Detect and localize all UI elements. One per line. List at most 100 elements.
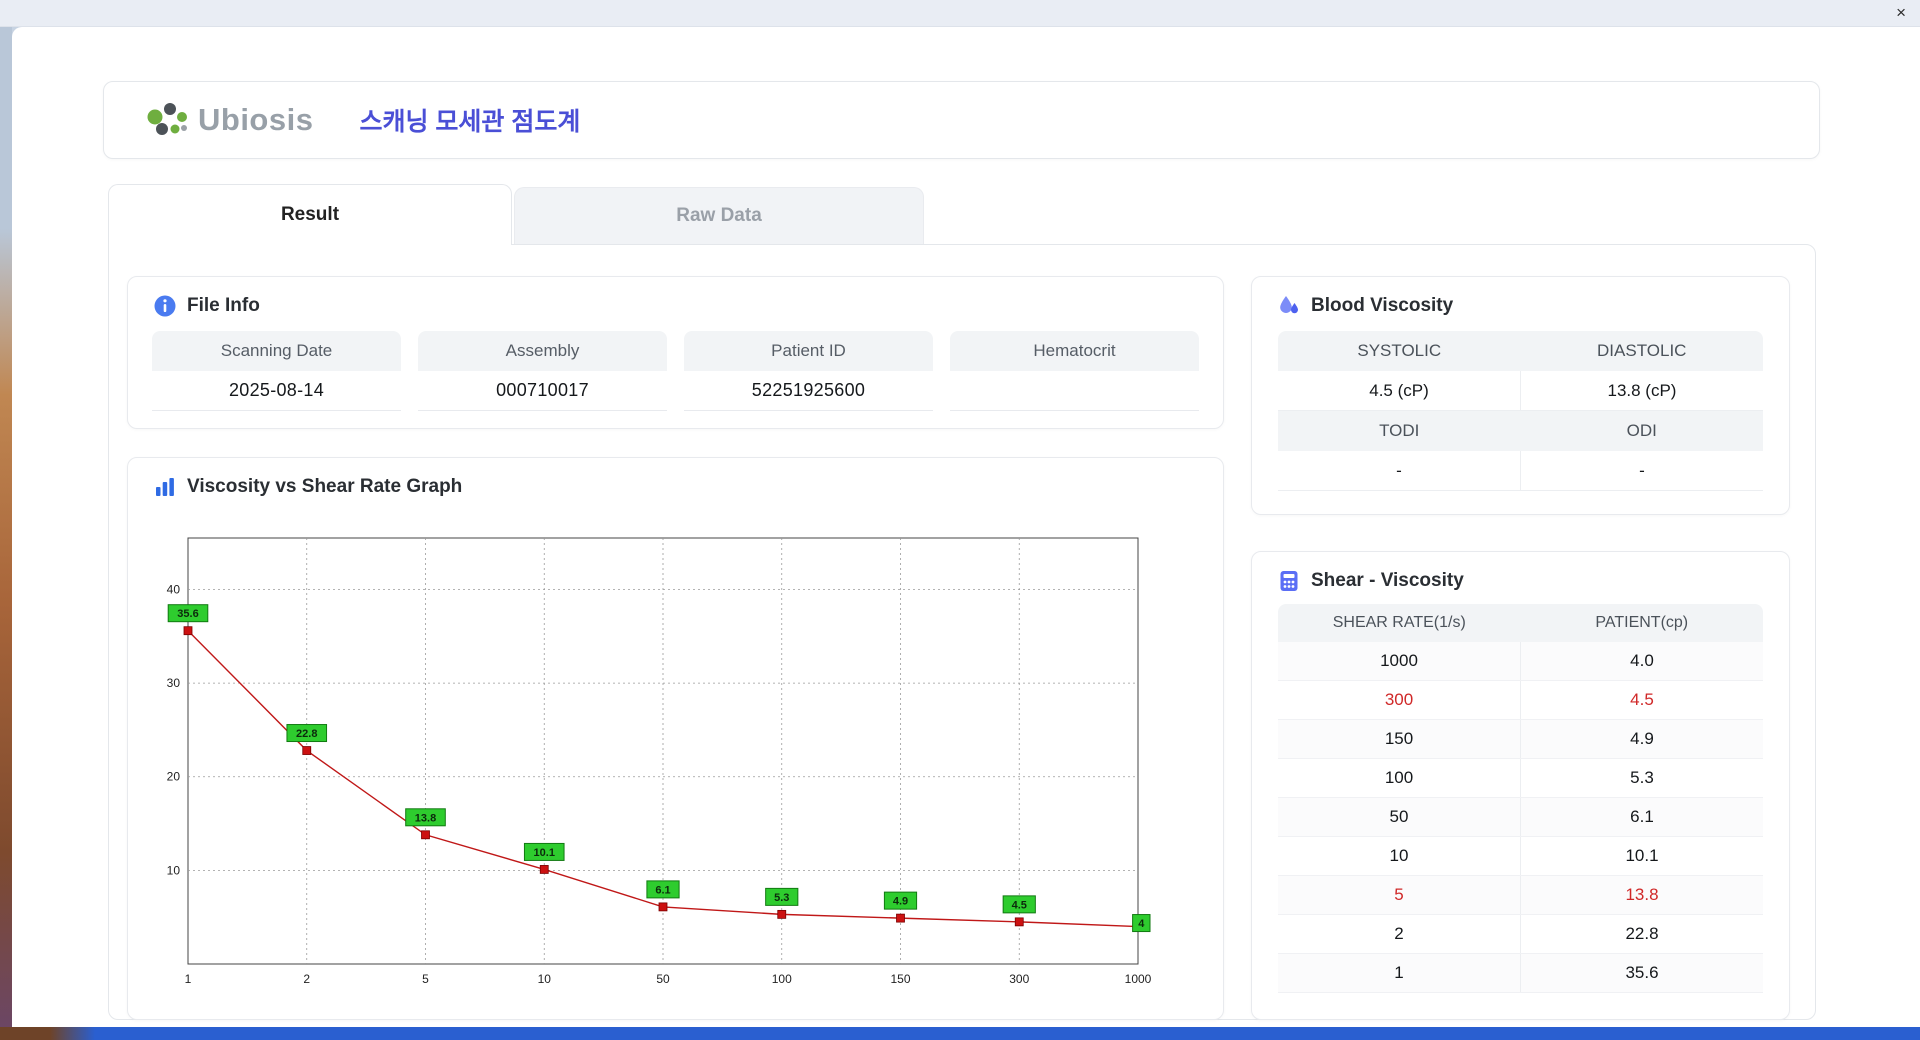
patient-viscosity-cell: 6.1 bbox=[1520, 798, 1763, 836]
field-value bbox=[950, 371, 1199, 411]
patient-viscosity-cell: 4.0 bbox=[1520, 642, 1763, 680]
bv-header-row: TODI ODI bbox=[1278, 411, 1763, 451]
shear-rate-cell: 150 bbox=[1384, 729, 1414, 748]
droplets-icon bbox=[1280, 296, 1298, 314]
svg-text:10: 10 bbox=[538, 972, 552, 986]
svg-text:2: 2 bbox=[303, 972, 310, 986]
calculator-icon bbox=[1280, 571, 1298, 591]
svg-text:300: 300 bbox=[1009, 972, 1029, 986]
patient-viscosity-cell: 5.3 bbox=[1520, 759, 1763, 797]
file-info-section: File Info Scanning Date 2025-08-14 Assembl… bbox=[127, 276, 1224, 429]
svg-text:150: 150 bbox=[890, 972, 910, 986]
svg-text:1: 1 bbox=[185, 972, 192, 986]
taskbar bbox=[0, 1027, 1920, 1040]
bv-systolic-value: 4.5 (cP) bbox=[1278, 371, 1520, 411]
blood-viscosity-title-row: Blood Viscosity bbox=[1252, 277, 1789, 317]
shear-table-row: 2 22.8 bbox=[1278, 915, 1763, 954]
graph-title-row: Viscosity vs Shear Rate Graph bbox=[128, 458, 1223, 498]
blood-viscosity-title: Blood Viscosity bbox=[1311, 295, 1454, 316]
svg-text:4.5: 4.5 bbox=[1012, 899, 1027, 911]
bar-chart-icon bbox=[156, 478, 174, 496]
shear-rate-cell: 1 bbox=[1394, 963, 1404, 982]
field-value: 2025-08-14 bbox=[152, 371, 401, 411]
patient-viscosity-cell: 10.1 bbox=[1520, 837, 1763, 875]
svg-text:6.1: 6.1 bbox=[655, 884, 670, 896]
viscosity-shear-chart: 10 20 30 40 1 2 5 10 50 100 150 300 1000 35.6 22.8 13.8… bbox=[167, 537, 1152, 986]
shear-table-row: 300 4.5 bbox=[1278, 681, 1763, 720]
blood-viscosity-table: SYSTOLIC DIASTOLIC 4.5 (cP) 13.8 (cP) TO… bbox=[1278, 331, 1763, 491]
svg-text:5.3: 5.3 bbox=[774, 892, 789, 904]
file-info-fields: Scanning Date 2025-08-14 Assembly 000710017… bbox=[128, 317, 1223, 411]
bv-header-diastolic: DIASTOLIC bbox=[1520, 331, 1763, 371]
file-info-field: Assembly 000710017 bbox=[418, 331, 667, 411]
bv-todi-value: - bbox=[1278, 451, 1520, 491]
shear-viscosity-section: Shear - Viscosity SHEAR RATE(1/s) PATIEN… bbox=[1251, 551, 1790, 1020]
bv-header-systolic: SYSTOLIC bbox=[1278, 331, 1521, 371]
svg-text:4: 4 bbox=[1138, 918, 1145, 930]
shear-table-header-row: SHEAR RATE(1/s) PATIENT(cp) bbox=[1278, 604, 1763, 642]
svg-text:10: 10 bbox=[167, 863, 181, 877]
shear-table-row: 50 6.1 bbox=[1278, 798, 1763, 837]
app-header: Ubiosis 스캐닝 모세관 점도계 bbox=[103, 81, 1820, 159]
tab-result[interactable]: Result bbox=[108, 184, 512, 245]
shear-table-row: 150 4.9 bbox=[1278, 720, 1763, 759]
shear-table-row: 1000 4.0 bbox=[1278, 642, 1763, 681]
shear-rate-column-header: SHEAR RATE(1/s) bbox=[1332, 614, 1466, 631]
shear-table-body: 1000 4.0 300 4.5 150 4.9 100 5.3 50 6.1 10 10.1 5 13.… bbox=[1278, 642, 1763, 993]
svg-text:35.6: 35.6 bbox=[177, 608, 198, 620]
shear-table-row: 1 35.6 bbox=[1278, 954, 1763, 993]
patient-viscosity-cell: 4.9 bbox=[1520, 720, 1763, 758]
shear-rate-cell: 10 bbox=[1389, 846, 1409, 865]
shear-viscosity-table: SHEAR RATE(1/s) PATIENT(cp) 1000 4.0 300 4.… bbox=[1278, 604, 1763, 993]
shear-table-row: 100 5.3 bbox=[1278, 759, 1763, 798]
field-label: Patient ID bbox=[684, 331, 933, 371]
bv-value-row: 4.5 (cP) 13.8 (cP) bbox=[1278, 371, 1763, 411]
file-info-title-row: File Info bbox=[128, 277, 1223, 317]
svg-text:50: 50 bbox=[656, 972, 670, 986]
ubiosis-logo: Ubiosis bbox=[146, 101, 313, 139]
svg-text:30: 30 bbox=[167, 676, 181, 690]
shear-table-row: 5 13.8 bbox=[1278, 876, 1763, 915]
svg-text:10.1: 10.1 bbox=[534, 847, 555, 859]
field-value: 52251925600 bbox=[684, 371, 933, 411]
window-titlebar: × bbox=[0, 0, 1920, 27]
logo-dots-icon bbox=[147, 103, 187, 135]
bv-header-odi: ODI bbox=[1520, 411, 1763, 451]
file-info-title: File Info bbox=[187, 295, 260, 316]
patient-viscosity-cell: 4.5 bbox=[1520, 681, 1763, 719]
logo-text: Ubiosis bbox=[198, 102, 314, 137]
svg-text:20: 20 bbox=[167, 770, 181, 784]
close-icon[interactable]: × bbox=[1896, 4, 1906, 21]
bv-header-row: SYSTOLIC DIASTOLIC bbox=[1278, 331, 1763, 371]
shear-rate-cell: 50 bbox=[1389, 807, 1409, 826]
field-label: Assembly bbox=[418, 331, 667, 371]
bv-odi-value: - bbox=[1520, 451, 1763, 491]
desktop-wallpaper-edge bbox=[0, 0, 12, 1040]
svg-text:40: 40 bbox=[167, 582, 181, 596]
blood-viscosity-section: Blood Viscosity SYSTOLIC DIASTOLIC 4.5 (… bbox=[1251, 276, 1790, 515]
bv-diastolic-value: 13.8 (cP) bbox=[1520, 371, 1763, 411]
info-icon bbox=[154, 295, 176, 317]
svg-text:5: 5 bbox=[422, 972, 429, 986]
graph-title: Viscosity vs Shear Rate Graph bbox=[187, 476, 463, 497]
shear-rate-cell: 300 bbox=[1384, 690, 1414, 709]
file-info-field: Hematocrit bbox=[950, 331, 1199, 411]
shear-rate-cell: 1000 bbox=[1380, 651, 1418, 670]
shear-table-row: 10 10.1 bbox=[1278, 837, 1763, 876]
field-label: Scanning Date bbox=[152, 331, 401, 371]
field-label: Hematocrit bbox=[950, 331, 1199, 371]
svg-text:4.9: 4.9 bbox=[893, 896, 908, 908]
tab-raw-data[interactable]: Raw Data bbox=[514, 187, 924, 244]
field-value: 000710017 bbox=[418, 371, 667, 411]
shear-rate-cell: 100 bbox=[1384, 768, 1414, 787]
page-title: 스캐닝 모세관 점도계 bbox=[359, 108, 581, 136]
graph-section: Viscosity vs Shear Rate Graph 10 20 30 40 1 2… bbox=[127, 457, 1224, 1020]
file-info-field: Scanning Date 2025-08-14 bbox=[152, 331, 401, 411]
bv-header-todi: TODI bbox=[1278, 411, 1521, 451]
shear-viscosity-title: Shear - Viscosity bbox=[1311, 570, 1464, 591]
file-info-field: Patient ID 52251925600 bbox=[684, 331, 933, 411]
svg-text:22.8: 22.8 bbox=[296, 728, 317, 740]
patient-column-header: PATIENT(cp) bbox=[1595, 614, 1689, 631]
shear-rate-cell: 5 bbox=[1394, 885, 1404, 904]
patient-viscosity-cell: 35.6 bbox=[1520, 954, 1763, 992]
